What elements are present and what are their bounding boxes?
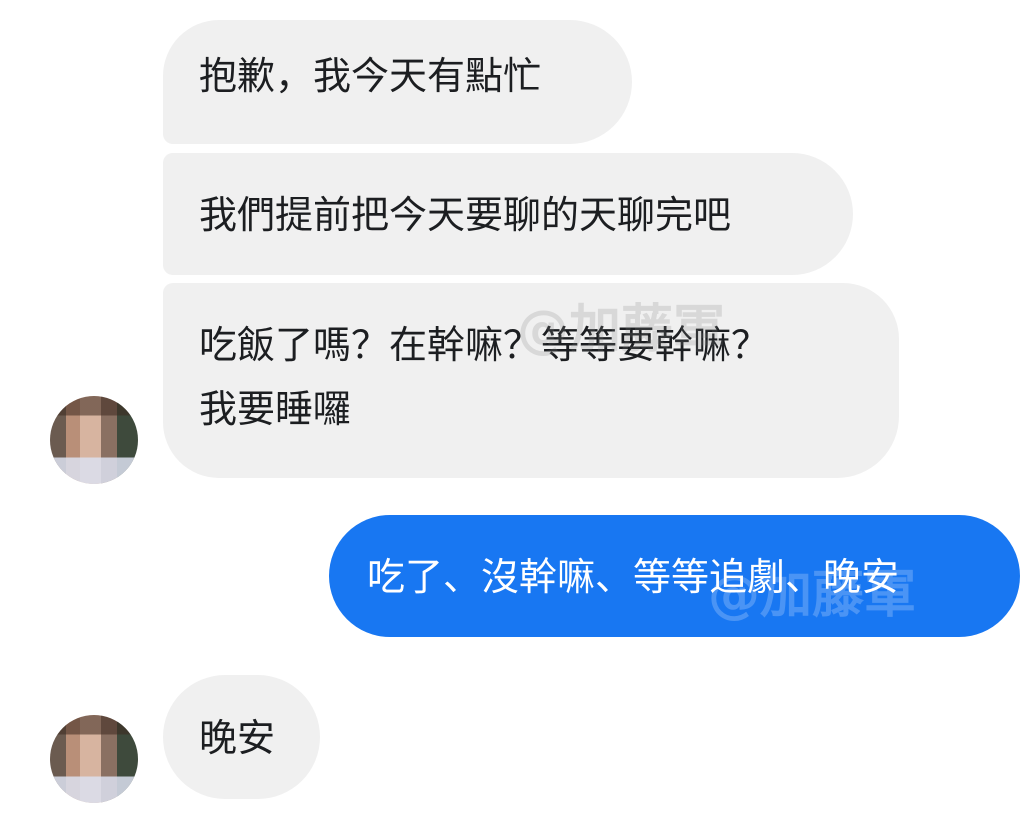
- watermark: @加藤軍: [708, 565, 917, 625]
- incoming-message-bubble[interactable]: 晚安: [163, 675, 320, 799]
- watermark: @加藤軍: [517, 300, 726, 360]
- message-text: 晚安: [199, 716, 276, 760]
- avatar-pixelation: [50, 396, 138, 484]
- incoming-message-bubble[interactable]: 我們提前把今天要聊的天聊完吧: [163, 153, 853, 275]
- message-text: 我們提前把今天要聊的天聊完吧: [199, 193, 732, 237]
- message-text: 抱歉，我今天有點忙: [199, 54, 542, 98]
- incoming-message-bubble[interactable]: 抱歉，我今天有點忙: [163, 20, 632, 144]
- message-text-line: 我要睡囉: [199, 387, 352, 431]
- sender-avatar[interactable]: [50, 396, 138, 484]
- avatar-pixelation: [50, 715, 138, 803]
- outgoing-message-bubble[interactable]: 吃了、沒幹嘛、等等追劇、晚安: [329, 515, 1020, 637]
- sender-avatar[interactable]: [50, 715, 138, 803]
